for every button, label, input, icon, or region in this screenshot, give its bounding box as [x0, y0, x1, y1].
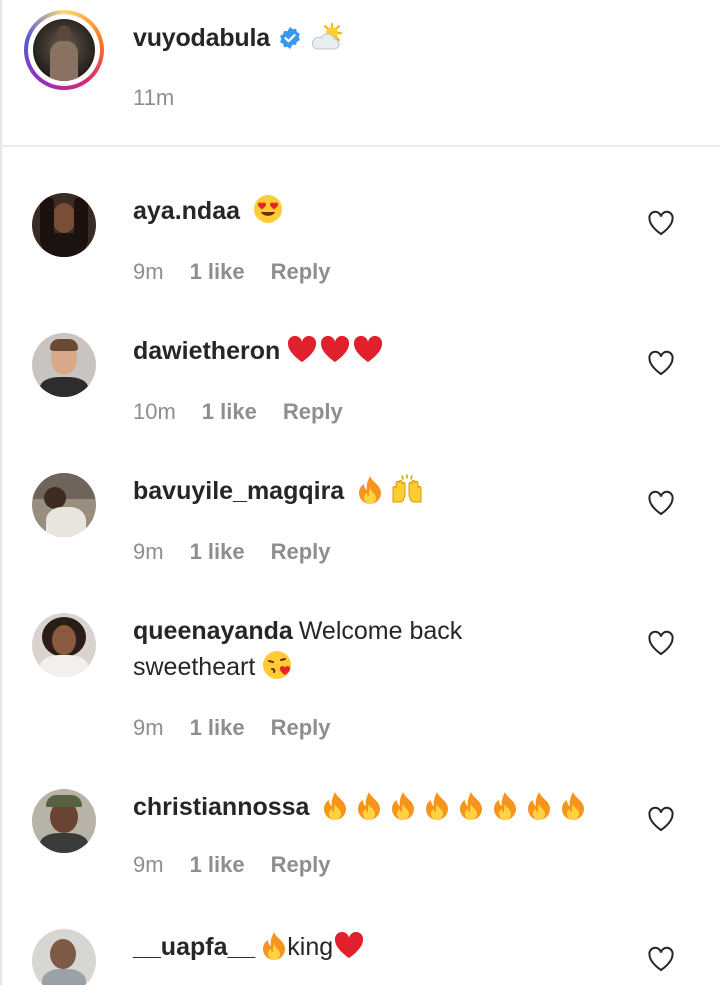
comment-likes[interactable]: 1 like [190, 852, 245, 878]
comment-text: christiannossa [133, 789, 613, 825]
fire-icons-row [324, 792, 585, 820]
like-heart-icon[interactable] [647, 946, 675, 972]
comment-text: __uapfa__ king [133, 929, 613, 965]
comment-timestamp: 9m [133, 852, 164, 877]
like-heart-icon[interactable] [647, 806, 675, 832]
commenter-avatar[interactable] [32, 473, 96, 537]
commenter-avatar[interactable] [32, 613, 96, 677]
commenter-username[interactable]: __uapfa__ [133, 933, 255, 961]
reply-button[interactable]: Reply [271, 259, 331, 285]
red-hearts-icon [288, 335, 383, 362]
comment-likes[interactable]: 1 like [190, 715, 245, 741]
sun-behind-cloud-icon [311, 23, 342, 50]
comment-timestamp: 9m [133, 539, 164, 564]
post-timestamp: 11m [133, 85, 175, 110]
comment-timestamp: 10m [133, 399, 176, 424]
commenter-username[interactable]: christiannossa [133, 793, 309, 821]
like-heart-icon[interactable] [647, 630, 675, 656]
comment-text: aya.ndaa [133, 193, 613, 229]
comment-meta: 9m 1 like Reply [133, 259, 331, 285]
verified-badge-icon [280, 27, 300, 49]
post-header: vuyodabula 11m [0, 0, 720, 146]
heart-eyes-face-icon [253, 195, 282, 223]
commenter-avatar[interactable] [32, 193, 96, 257]
comment-item: christiannossa 9m 1 like Reply [0, 786, 720, 906]
reply-button[interactable]: Reply [271, 852, 331, 878]
post-author-username[interactable]: vuyodabula [133, 24, 270, 53]
comment-item: aya.ndaa 9m 1 like Reply [0, 190, 720, 310]
post-author-row: vuyodabula [133, 22, 344, 54]
comment-item: bavuyile_magqira 9m 1 like Reply [0, 470, 720, 590]
like-heart-icon[interactable] [647, 350, 675, 376]
comment-item: queenayanda Welcome back sweetheart 9m 1 … [0, 610, 720, 770]
comment-text: queenayanda Welcome back sweetheart [133, 613, 513, 685]
comment-likes[interactable]: 1 like [190, 539, 245, 565]
like-heart-icon[interactable] [647, 210, 675, 236]
comment-meta: 9m 1 like Reply [133, 539, 331, 565]
comment-timestamp: 9m [133, 715, 164, 740]
comment-timestamp: 9m [133, 259, 164, 284]
commenter-username[interactable]: queenayanda [133, 617, 293, 645]
comment-item: dawietheron 10m 1 like Reply [0, 330, 720, 450]
fire-icon [263, 932, 286, 960]
reply-button[interactable]: Reply [283, 399, 343, 425]
raising-hands-icon [392, 474, 422, 503]
comment-text: dawietheron [133, 333, 613, 369]
red-heart-icon [335, 931, 364, 958]
reply-button[interactable]: Reply [271, 715, 331, 741]
commenter-avatar[interactable] [32, 333, 96, 397]
comment-likes[interactable]: 1 like [190, 259, 245, 285]
commenter-avatar[interactable] [32, 789, 96, 853]
commenter-username[interactable]: bavuyile_magqira [133, 477, 344, 505]
comment-meta: 9m 1 like Reply [133, 852, 331, 878]
reply-button[interactable]: Reply [271, 539, 331, 565]
comment-text: bavuyile_magqira [133, 473, 613, 509]
comment-meta: 9m 1 like Reply [133, 715, 331, 741]
comment-item: __uapfa__ king [0, 926, 720, 985]
post-author-avatar[interactable] [24, 10, 104, 90]
commenter-username[interactable]: dawietheron [133, 337, 280, 365]
commenter-avatar[interactable] [32, 929, 96, 985]
header-divider [0, 145, 720, 147]
fire-icon [359, 476, 382, 504]
comment-likes[interactable]: 1 like [202, 399, 257, 425]
comment-meta: 10m 1 like Reply [133, 399, 343, 425]
face-blowing-kiss-icon [263, 651, 292, 679]
comment-body: king [287, 933, 334, 961]
like-heart-icon[interactable] [647, 490, 675, 516]
commenter-username[interactable]: aya.ndaa [133, 197, 240, 225]
